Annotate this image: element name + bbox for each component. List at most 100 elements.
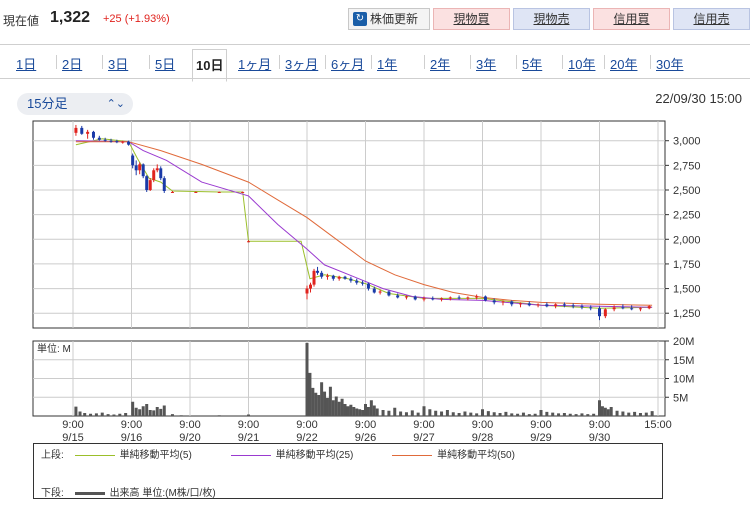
stock-chart: 3,000 2,750 2,500 2,250 2,000 1,750 1,500 1,250… xyxy=(32,120,701,444)
candle-body xyxy=(97,137,101,140)
legend-volume-label: 出来高 単位:(M株/口/枚) xyxy=(109,488,216,499)
volume-bar xyxy=(372,405,376,416)
volume-tick-label: 20M xyxy=(673,336,694,348)
volume-bar xyxy=(247,414,250,416)
volume-bar xyxy=(131,401,135,416)
candle-body xyxy=(80,127,84,134)
candle-body xyxy=(162,178,166,191)
volume-bar xyxy=(355,408,359,416)
candle-body xyxy=(448,297,452,299)
price-tick-label: 2,250 xyxy=(673,210,701,222)
volume-bar xyxy=(325,398,329,416)
volume-bar xyxy=(328,386,332,416)
volume-bar xyxy=(475,413,479,416)
x-tick-time: 9:00 xyxy=(530,419,551,431)
legend-ma25-label: 単純移動平均(25) xyxy=(275,450,354,461)
volume-bar xyxy=(568,413,572,416)
candle-body xyxy=(247,241,250,243)
candle-body xyxy=(170,191,174,193)
price-tick-label: 1,750 xyxy=(673,259,701,271)
candle-body xyxy=(312,270,316,285)
x-tick-time: 9:00 xyxy=(589,419,610,431)
volume-bar xyxy=(134,407,138,416)
candle-body xyxy=(621,307,625,309)
price-tick-label: 1,500 xyxy=(673,284,701,296)
candle-body xyxy=(115,141,119,143)
volume-bar xyxy=(361,410,365,416)
volume-bar xyxy=(504,411,508,416)
candle-body xyxy=(413,296,417,300)
legend-lower-row: 下段: 出来高 単位:(M株/口/枚) xyxy=(41,484,216,499)
volume-bar xyxy=(308,372,312,416)
volume-bar xyxy=(314,392,318,416)
volume-bar xyxy=(366,407,370,416)
candle-body xyxy=(91,131,95,138)
candle-body xyxy=(325,275,329,277)
volume-bar xyxy=(320,382,324,416)
candle-body xyxy=(378,291,382,293)
volume-bar xyxy=(527,414,531,416)
candle-body xyxy=(603,309,607,317)
volume-bar xyxy=(428,409,432,416)
legend-upper-row: 上段: 単純移動平均(5) 単純移動平均(25) 単純移動平均(50) xyxy=(41,446,543,461)
volume-bar xyxy=(387,410,391,416)
candle-body xyxy=(545,304,549,307)
volume-bar xyxy=(592,413,596,416)
candle-body xyxy=(580,306,584,308)
volume-bar xyxy=(94,413,98,416)
legend-ma50-swatch xyxy=(392,454,433,456)
candle-body xyxy=(361,282,365,284)
candle-body xyxy=(466,297,470,299)
candle-body xyxy=(138,164,142,171)
volume-bar xyxy=(323,391,327,416)
volume-bar xyxy=(586,414,590,416)
legend-ma25-swatch xyxy=(230,454,271,456)
volume-tick-label: 15M xyxy=(673,355,694,367)
legend-ma50-label: 単純移動平均(50) xyxy=(437,450,515,461)
candle-body xyxy=(121,141,125,143)
volume-bar xyxy=(399,411,403,416)
chart-legend: 上段: 単純移動平均(5) 単純移動平均(25) 単純移動平均(50) 下段: … xyxy=(33,443,663,499)
candle-body xyxy=(145,176,149,190)
candle-body xyxy=(589,307,593,309)
candle-body xyxy=(337,276,341,279)
price-tick-label: 2,500 xyxy=(673,185,701,197)
candle-body xyxy=(404,296,408,298)
volume-bar xyxy=(170,414,174,416)
candle-body xyxy=(647,306,651,309)
candle-body xyxy=(241,191,245,193)
volume-bar xyxy=(609,407,613,416)
volume-bar xyxy=(381,410,385,416)
candle-body xyxy=(422,298,426,300)
volume-bar xyxy=(469,412,473,416)
x-tick-time: 9:00 xyxy=(296,419,317,431)
volume-bar xyxy=(410,410,414,416)
volume-bar xyxy=(358,409,362,416)
volume-bar xyxy=(445,410,449,416)
volume-bar xyxy=(533,413,537,416)
candle-body xyxy=(562,304,566,306)
volume-bar xyxy=(486,411,490,416)
volume-bar xyxy=(393,407,397,416)
candle-body xyxy=(571,305,575,307)
x-tick-time: 9:00 xyxy=(62,419,83,431)
volume-bar xyxy=(404,412,408,416)
candle-body xyxy=(194,191,198,193)
volume-bar xyxy=(331,400,335,416)
volume-tick-label: 10M xyxy=(673,374,694,386)
volume-bar xyxy=(451,412,455,416)
candle-body xyxy=(141,164,145,177)
legend-ma5-label: 単純移動平均(5) xyxy=(119,450,192,461)
volume-bar xyxy=(83,413,87,416)
volume-bar xyxy=(152,410,156,416)
volume-bar xyxy=(551,412,555,416)
volume-bar xyxy=(78,411,82,416)
volume-bar xyxy=(346,406,350,416)
candle-body xyxy=(74,127,78,133)
volume-bar xyxy=(375,408,379,416)
volume-bar xyxy=(539,410,543,416)
candle-body xyxy=(440,298,444,300)
candle-body xyxy=(343,276,347,279)
candle-body xyxy=(159,168,163,179)
candle-body xyxy=(316,270,320,273)
